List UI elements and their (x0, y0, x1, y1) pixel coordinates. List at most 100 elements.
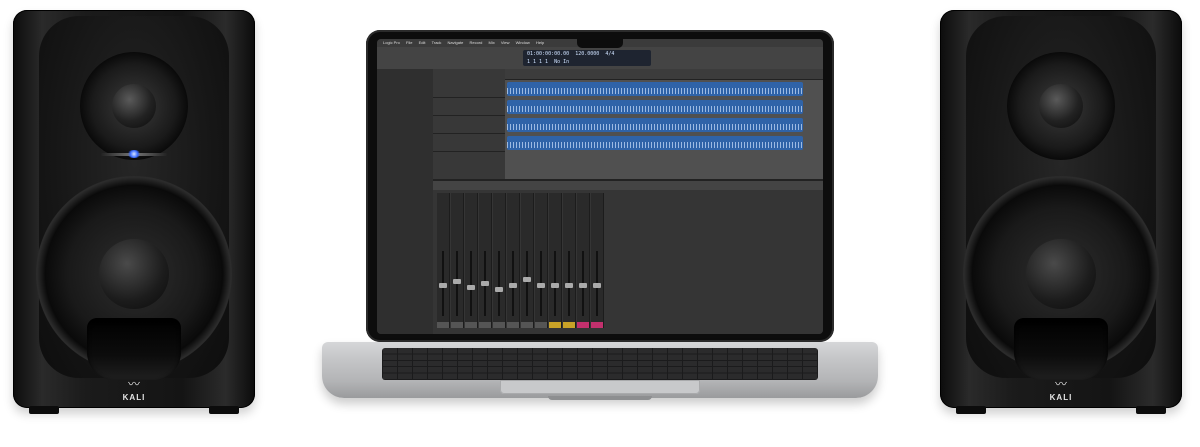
audio-region[interactable] (507, 82, 803, 96)
channel-name (437, 322, 449, 328)
laptop-screen: Logic Pro File Edit Track Navigate Recor… (377, 39, 823, 334)
daw-toolbar: 01:00:00:00.00 120.0000 4/4 1 1 1 1 No I… (377, 47, 823, 70)
lcd-position: 01:00:00:00.00 (527, 51, 570, 57)
track-headers (433, 69, 506, 179)
right-speaker: 〰 KALI (940, 10, 1182, 414)
audio-region[interactable] (507, 118, 803, 132)
channel-strip[interactable] (591, 193, 604, 328)
kali-wave-icon: 〰 (127, 377, 140, 391)
speaker-logo-text: KALI (122, 393, 146, 402)
tweeter-dome (112, 84, 156, 128)
channel-name (521, 322, 533, 328)
tweeter (1007, 52, 1115, 160)
channel-name (591, 322, 603, 328)
arrange-area (505, 69, 823, 179)
fader-handle[interactable] (439, 283, 447, 288)
fader-handle[interactable] (537, 283, 545, 288)
menu-item[interactable]: Edit (419, 40, 426, 45)
fader-handle[interactable] (495, 287, 503, 292)
woofer-dust-cap (99, 239, 169, 309)
speaker-foot (29, 406, 59, 414)
menu-item[interactable]: Track (432, 40, 442, 45)
fader-handle[interactable] (481, 281, 489, 286)
product-scene: 〰 KALI Logic Pro File Edit Track Navigat… (0, 0, 1200, 447)
lcd-key: No In (554, 59, 570, 65)
channel-name (577, 322, 589, 328)
menu-item[interactable]: File (406, 40, 412, 45)
speaker-logo-text: KALI (1049, 393, 1073, 402)
speaker-foot (956, 406, 986, 414)
waveform (507, 88, 803, 94)
channel-name (549, 322, 561, 328)
channel-name (563, 322, 575, 328)
trackpad (500, 380, 700, 394)
laptop: Logic Pro File Edit Track Navigate Recor… (322, 30, 878, 410)
menu-item[interactable]: Logic Pro (383, 40, 400, 45)
menu-item[interactable]: Window (516, 40, 530, 45)
channel-strip[interactable] (437, 193, 450, 328)
waveform (507, 124, 803, 130)
mixer-toolbar (433, 181, 823, 190)
channel-strip[interactable] (479, 193, 492, 328)
left-speaker: 〰 KALI (13, 10, 255, 414)
channel-strip[interactable] (521, 193, 534, 328)
channel-strip[interactable] (577, 193, 590, 328)
laptop-lip (548, 396, 652, 400)
menu-item[interactable]: Navigate (448, 40, 464, 45)
menu-item[interactable]: View (501, 40, 510, 45)
fader-handle[interactable] (565, 283, 573, 288)
waveform (507, 106, 803, 112)
menu-item[interactable]: Help (536, 40, 544, 45)
fader-handle[interactable] (453, 279, 461, 284)
fader-track (498, 251, 500, 316)
channel-strip[interactable] (493, 193, 506, 328)
daw-lcd-display: 01:00:00:00.00 120.0000 4/4 1 1 1 1 No I… (523, 50, 651, 66)
lcd-tempo: 120.0000 (575, 51, 600, 57)
daw-inspector (377, 69, 434, 334)
fader-track (526, 251, 528, 316)
audio-region[interactable] (507, 136, 803, 150)
audio-region[interactable] (507, 100, 803, 114)
channel-strip[interactable] (507, 193, 520, 328)
mixer-panel (433, 179, 823, 334)
channel-name (493, 322, 505, 328)
channel-strip[interactable] (535, 193, 548, 328)
channel-strip[interactable] (563, 193, 576, 328)
channel-strip[interactable] (549, 193, 562, 328)
menu-item[interactable]: Mix (489, 40, 495, 45)
fader-handle[interactable] (467, 285, 475, 290)
channel-strip[interactable] (451, 193, 464, 328)
channel-name (451, 322, 463, 328)
fader-handle[interactable] (551, 283, 559, 288)
channel-name (465, 322, 477, 328)
speaker-baffle (963, 16, 1159, 380)
speaker-foot (1136, 406, 1166, 414)
track-header[interactable] (433, 117, 505, 134)
speaker-baffle (36, 16, 232, 380)
fader-track (470, 251, 472, 316)
fader-handle[interactable] (579, 283, 587, 288)
lcd-bars: 1 1 1 1 (527, 59, 549, 65)
track-header[interactable] (433, 81, 505, 98)
speaker-foot (209, 406, 239, 414)
channel-strip[interactable] (465, 193, 478, 328)
waveform (507, 142, 803, 148)
menu-item[interactable]: Record (469, 40, 482, 45)
track-header[interactable] (433, 135, 505, 152)
tweeter-dome (1039, 84, 1083, 128)
lcd-signature: 4/4 (605, 51, 615, 57)
tweeter (80, 52, 188, 160)
kali-wave-icon: 〰 (1054, 377, 1067, 391)
keyboard (382, 348, 818, 380)
fader-handle[interactable] (509, 283, 517, 288)
fader-handle[interactable] (523, 277, 531, 282)
woofer-dust-cap (1026, 239, 1096, 309)
channel-name (535, 322, 547, 328)
fader-handle[interactable] (593, 283, 601, 288)
timeline-ruler[interactable] (505, 69, 823, 80)
channel-name (507, 322, 519, 328)
track-header[interactable] (433, 99, 505, 116)
power-led (127, 150, 141, 158)
bass-port (1014, 318, 1108, 380)
camera-notch (577, 39, 623, 48)
